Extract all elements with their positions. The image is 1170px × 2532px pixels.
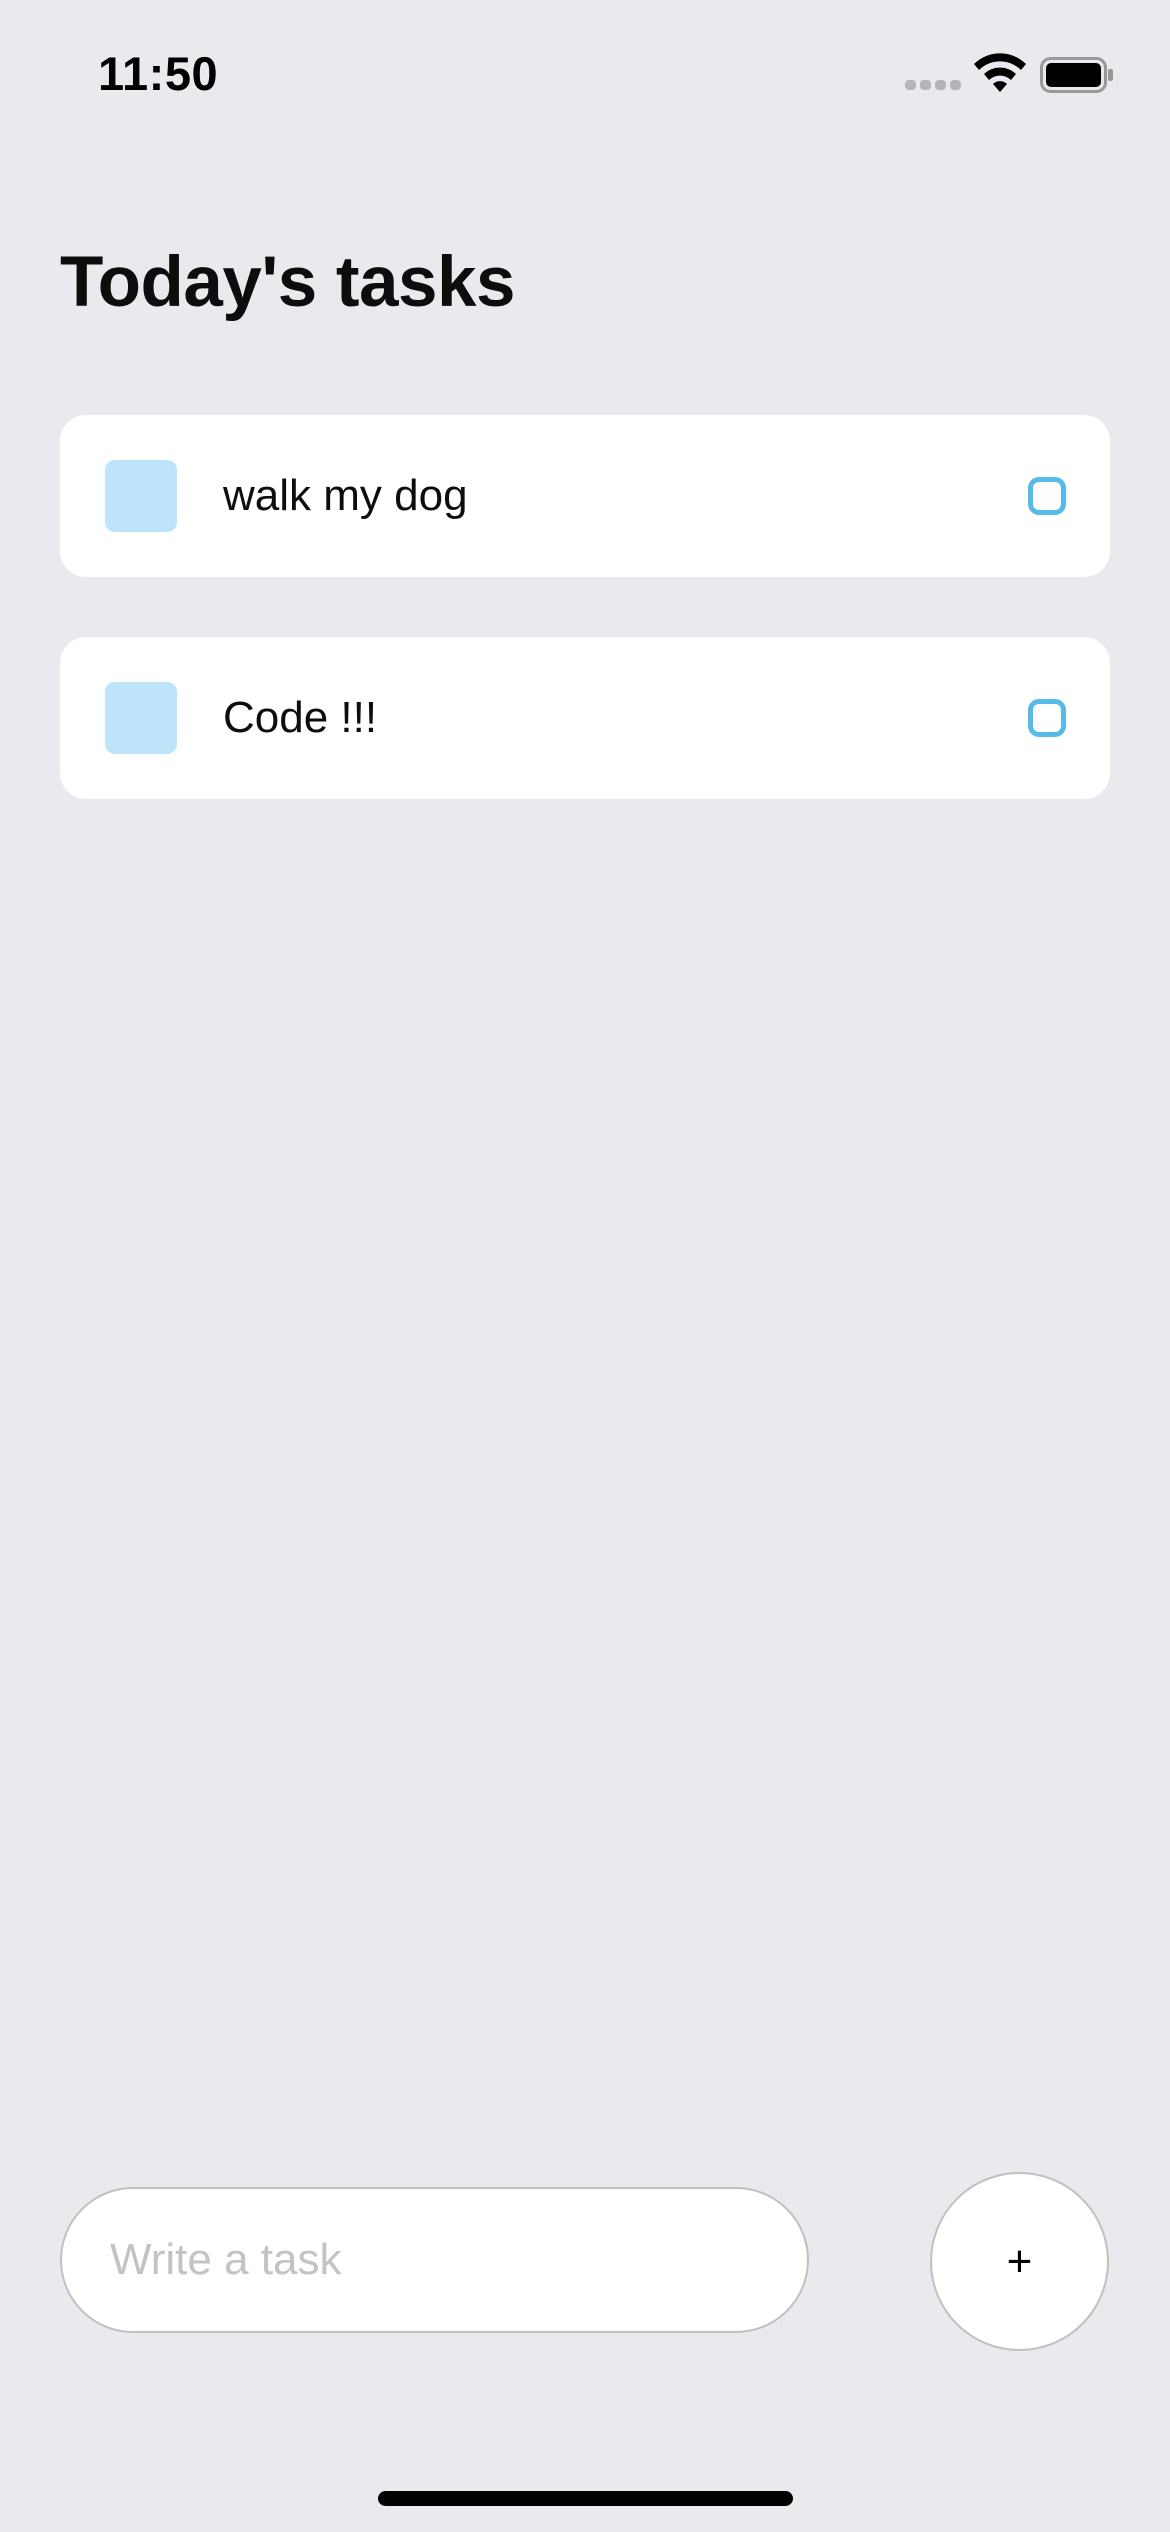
task-circle-icon xyxy=(1028,477,1066,515)
wifi-icon xyxy=(974,53,1026,92)
task-square-icon xyxy=(105,460,177,532)
cellular-signal-icon xyxy=(905,80,961,92)
task-label: Code !!! xyxy=(223,693,378,742)
task-label: walk my dog xyxy=(223,471,468,520)
task-square-icon xyxy=(105,682,177,754)
task-input[interactable] xyxy=(60,2187,809,2333)
add-task-button[interactable]: + xyxy=(930,2172,1109,2351)
status-bar: 11:50 xyxy=(0,0,1170,150)
home-indicator xyxy=(378,2491,793,2506)
task-item[interactable]: Code !!! xyxy=(60,637,1110,799)
app-screen: 11:50 Today's tasks walk my dog Code !!! xyxy=(0,0,1170,2532)
battery-icon xyxy=(1040,57,1113,93)
page-title: Today's tasks xyxy=(60,243,516,322)
status-time: 11:50 xyxy=(98,47,219,100)
task-item[interactable]: walk my dog xyxy=(60,415,1110,577)
task-list: walk my dog Code !!! xyxy=(60,415,1110,859)
task-circle-icon xyxy=(1028,699,1066,737)
